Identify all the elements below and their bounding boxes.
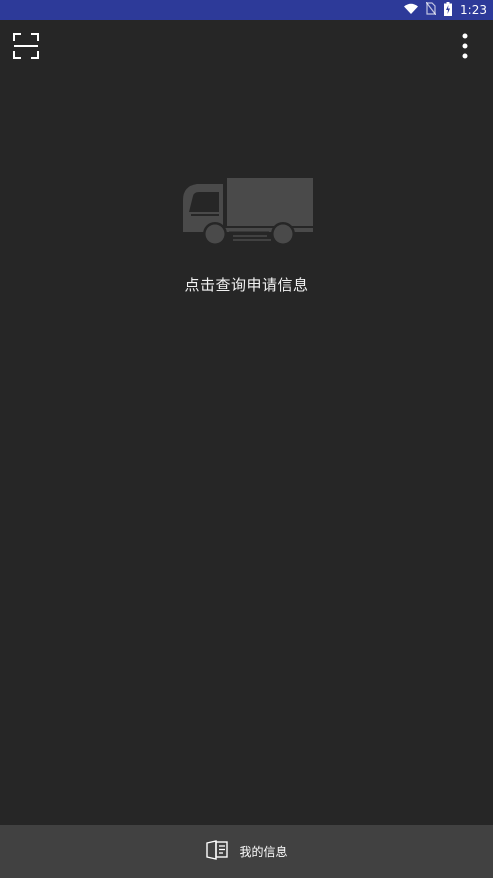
nav-item-label: 我的信息 xyxy=(239,845,288,859)
status-time: 1:23 xyxy=(460,3,487,17)
scan-button[interactable] xyxy=(8,30,44,66)
app-bar xyxy=(0,20,493,76)
more-options-button[interactable] xyxy=(447,30,483,66)
scan-icon xyxy=(12,32,40,64)
wifi-icon xyxy=(404,3,419,18)
nav-item-my-info[interactable]: 我的信息 xyxy=(205,839,288,864)
status-icons: 1:23 xyxy=(404,1,487,19)
more-vert-icon xyxy=(462,33,468,63)
bottom-nav: 我的信息 xyxy=(0,825,493,878)
battery-charging-icon xyxy=(444,1,453,19)
truck-icon xyxy=(177,170,317,254)
no-sim-icon xyxy=(425,1,437,18)
query-application-text[interactable]: 点击查询申请信息 xyxy=(184,274,308,295)
status-bar: 1:23 xyxy=(0,0,493,20)
card-info-icon xyxy=(205,839,229,864)
empty-state[interactable]: 点击查询申请信息 xyxy=(0,170,493,295)
